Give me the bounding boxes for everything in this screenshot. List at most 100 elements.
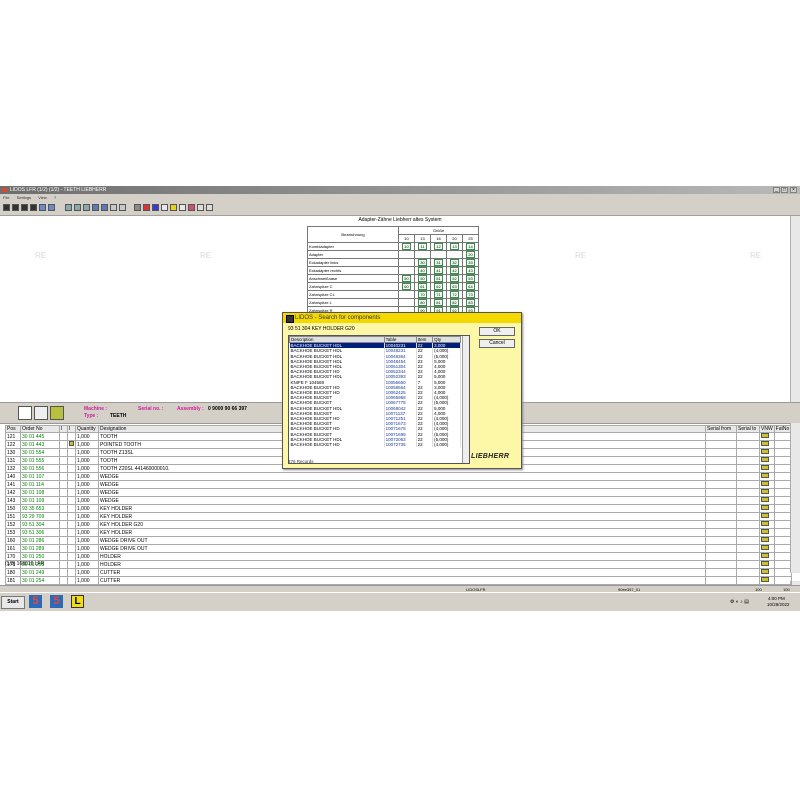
- part-ref-link[interactable]: 12: [434, 243, 443, 250]
- task-lidos-icon[interactable]: L: [71, 595, 84, 608]
- start-button[interactable]: Start: [1, 596, 25, 609]
- vnw-icon[interactable]: [761, 481, 769, 486]
- last-icon[interactable]: [30, 204, 37, 211]
- image-icon[interactable]: [34, 406, 48, 420]
- part-ref-link[interactable]: 60: [402, 283, 411, 290]
- part-ref-link[interactable]: 40: [418, 267, 427, 274]
- part-ref-link[interactable]: 14: [466, 243, 475, 250]
- order-cell[interactable]: 30 01 556: [20, 464, 60, 473]
- vnw-icon[interactable]: [761, 433, 769, 438]
- vnw-icon[interactable]: [761, 561, 769, 566]
- table-row[interactable]: 143 30 01 109 1,000 WEDGE: [5, 496, 792, 505]
- minimize-icon[interactable]: _: [773, 187, 780, 193]
- order-cell[interactable]: 30 01 554: [20, 448, 60, 457]
- grid-icon[interactable]: [152, 204, 159, 211]
- hdr-serial-from[interactable]: Serial from: [705, 425, 737, 433]
- hdr-pos[interactable]: Pos: [5, 425, 21, 433]
- table-row[interactable]: 152 93 51 304 1,000 KEY HOLDER G20: [5, 520, 792, 529]
- part-ref-link[interactable]: 41: [434, 267, 443, 274]
- part-ref-link[interactable]: 63: [450, 283, 459, 290]
- stop-icon[interactable]: [143, 204, 150, 211]
- vnw-icon[interactable]: [761, 489, 769, 494]
- part-ref-link[interactable]: 61: [418, 283, 427, 290]
- part-ref-link[interactable]: 82: [450, 299, 459, 306]
- dialog-scrollbar[interactable]: [462, 336, 469, 463]
- hdr-qty[interactable]: Quantity: [75, 425, 99, 433]
- part-ref-link[interactable]: 73: [466, 291, 475, 298]
- vnw-icon[interactable]: [761, 457, 769, 462]
- vnw-icon[interactable]: [761, 537, 769, 542]
- info-icon[interactable]: [170, 204, 177, 211]
- vnw-icon[interactable]: [761, 465, 769, 470]
- vnw-icon[interactable]: [761, 497, 769, 502]
- order-cell[interactable]: 93 29 709: [20, 512, 60, 521]
- open-icon[interactable]: [39, 204, 46, 211]
- order-cell[interactable]: 30 01 108: [20, 488, 60, 497]
- part-ref-link[interactable]: 13: [450, 243, 459, 250]
- table-row[interactable]: 142 30 01 108 1,000 WEDGE: [5, 488, 792, 497]
- cancel-button[interactable]: Cancel: [479, 339, 515, 348]
- order-cell[interactable]: 30 01 445: [20, 432, 60, 441]
- order-cell[interactable]: 93 35 653: [20, 504, 60, 513]
- part-ref-link[interactable]: 11: [418, 243, 427, 250]
- vnw-icon[interactable]: [761, 529, 769, 534]
- vnw-icon[interactable]: [761, 521, 769, 526]
- part-ref-link[interactable]: 43: [466, 267, 475, 274]
- part-ref-link[interactable]: 20: [466, 251, 475, 258]
- vnw-icon[interactable]: [761, 577, 769, 582]
- part-ref-link[interactable]: 64: [466, 283, 475, 290]
- table-row[interactable]: 170 30 01 250 1,000 HOLDER: [5, 552, 792, 561]
- hdr-fatno[interactable]: FatNo: [773, 425, 792, 433]
- part-ref-link[interactable]: 10: [402, 243, 411, 250]
- vnw-icon[interactable]: [761, 473, 769, 478]
- vnw-icon[interactable]: [761, 569, 769, 574]
- link-icon[interactable]: [110, 204, 117, 211]
- menu-settings[interactable]: Settings: [17, 195, 31, 200]
- table-row[interactable]: 153 93 51 306 1,000 KEY HOLDER: [5, 528, 792, 537]
- order-cell[interactable]: 93 51 306: [20, 528, 60, 537]
- part-ref-link[interactable]: 33: [466, 259, 475, 266]
- order-cell[interactable]: 30 01 249: [20, 568, 60, 577]
- hdr-i1[interactable]: I: [59, 425, 68, 433]
- search-icon[interactable]: [92, 204, 99, 211]
- vnw-icon[interactable]: [761, 505, 769, 510]
- part-ref-link[interactable]: 30: [418, 259, 427, 266]
- zoom-in-icon[interactable]: [65, 204, 72, 211]
- cart-icon[interactable]: [188, 204, 195, 211]
- vnw-icon[interactable]: [761, 449, 769, 454]
- find-icon[interactable]: [101, 204, 108, 211]
- component-list[interactable]: Description Table Item Qty BACKHOE BUCKE…: [288, 335, 470, 464]
- table-row[interactable]: 150 93 35 653 1,000 KEY HOLDER: [5, 504, 792, 513]
- part-ref-link[interactable]: 32: [450, 259, 459, 266]
- menu-file[interactable]: File: [3, 195, 9, 200]
- order-cell[interactable]: 30 01 109: [20, 496, 60, 505]
- vnw-icon[interactable]: [761, 513, 769, 518]
- part-ref-link[interactable]: 51: [434, 275, 443, 282]
- order-cell[interactable]: 30 01 250: [20, 552, 60, 561]
- zoom-fit-icon[interactable]: [83, 204, 90, 211]
- hdr-vnw[interactable]: VNW: [759, 425, 775, 433]
- next-icon[interactable]: [21, 204, 28, 211]
- part-ref-link[interactable]: 50: [418, 275, 427, 282]
- order-cell[interactable]: 30 01 289: [20, 544, 60, 553]
- part-ref-link[interactable]: 83: [466, 299, 475, 306]
- hdr-serial-to[interactable]: Serial to: [736, 425, 760, 433]
- part-ref-link[interactable]: 70: [418, 291, 427, 298]
- table-row[interactable]: 161 30 01 289 1,000 WEDGE DRIVE OUT: [5, 544, 792, 553]
- vnw-icon[interactable]: [761, 545, 769, 550]
- order-cell[interactable]: 30 01 114: [20, 480, 60, 489]
- first-icon[interactable]: [3, 204, 10, 211]
- part-ref-link[interactable]: 31: [434, 259, 443, 266]
- tray-icons[interactable]: ⚙ ◐ ♪ ▤: [730, 599, 749, 605]
- hdr-i2[interactable]: I: [67, 425, 76, 433]
- menu-help[interactable]: ?: [54, 195, 56, 200]
- order-cell[interactable]: 30 01 555: [20, 456, 60, 465]
- vnw-icon[interactable]: [761, 441, 769, 446]
- part-ref-link[interactable]: 42: [450, 267, 459, 274]
- table-row[interactable]: 151 93 29 709 1,000 KEY HOLDER: [5, 512, 792, 521]
- order-cell[interactable]: 30 01 286: [20, 536, 60, 545]
- task-app-1-icon[interactable]: 5: [29, 595, 42, 608]
- maximize-icon[interactable]: □: [781, 187, 788, 193]
- part-ref-link[interactable]: 62: [434, 283, 443, 290]
- part-ref-link[interactable]: 80: [418, 299, 427, 306]
